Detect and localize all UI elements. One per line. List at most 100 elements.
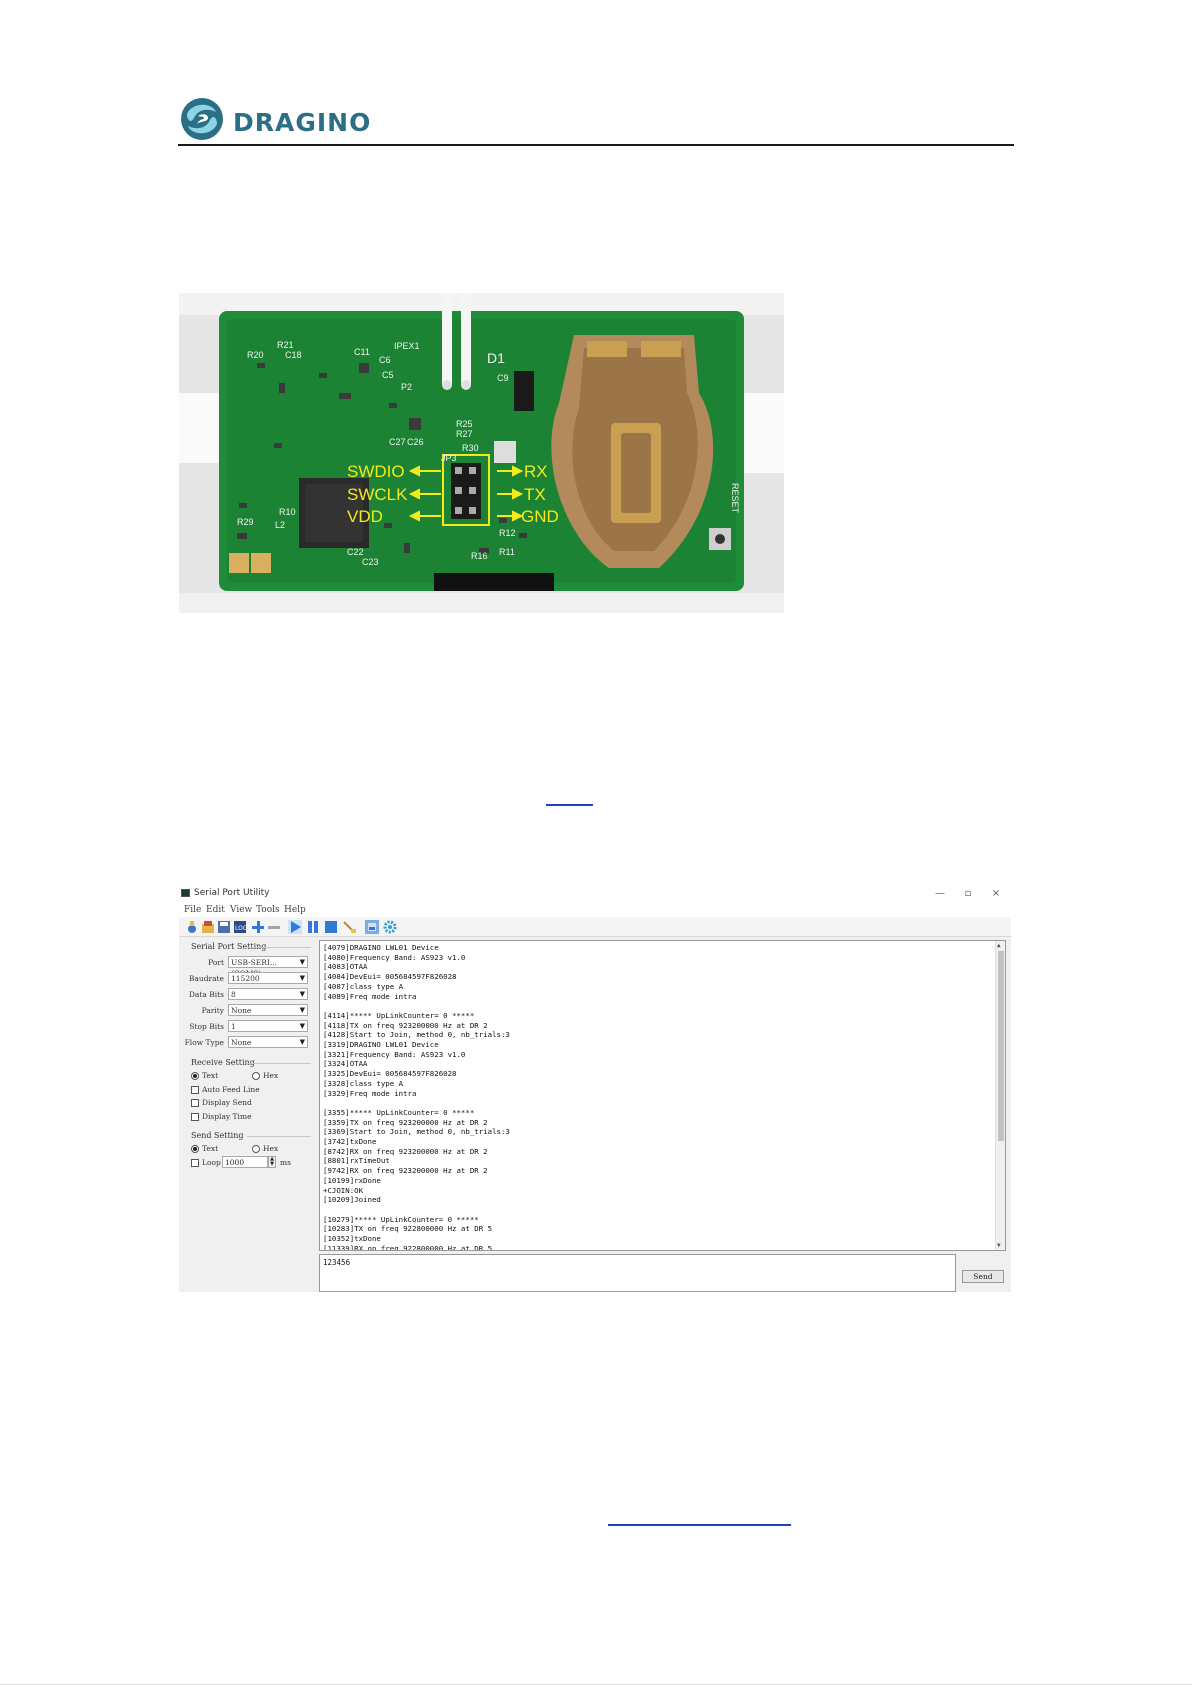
layout-icon[interactable] xyxy=(365,920,379,934)
svg-text:C22: C22 xyxy=(347,547,364,557)
data-bits-label: Data Bits xyxy=(188,990,224,999)
add-icon[interactable] xyxy=(251,920,265,934)
clear-icon[interactable] xyxy=(342,920,356,934)
dragino-logo-icon xyxy=(178,96,226,142)
play-icon[interactable] xyxy=(288,920,302,934)
log-line: [3742]txDone xyxy=(323,1137,377,1146)
toolbar: LOG xyxy=(179,917,1011,937)
scroll-down-arrow-icon[interactable]: ▼ xyxy=(997,1242,1001,1249)
dropdown-arrow-icon: ▼ xyxy=(299,1022,305,1030)
log-line: [10199]rxDone xyxy=(323,1175,381,1185)
minimize-button[interactable]: — xyxy=(928,886,952,902)
hyperlink[interactable] xyxy=(608,1524,791,1526)
log-line: [4089]Freq mode intra xyxy=(323,991,417,1001)
send-hex-label: Hex xyxy=(263,1144,279,1153)
remove-icon[interactable] xyxy=(267,920,281,934)
svg-text:JP3: JP3 xyxy=(441,453,457,463)
pin-label-swclk: SWCLK xyxy=(347,485,408,504)
log-line: [4114]***** UpLinkCounter= 0 ***** xyxy=(323,1010,475,1020)
loop-interval-input[interactable]: 1000 xyxy=(222,1156,268,1168)
vertical-scrollbar[interactable]: ▲ ▼ xyxy=(995,941,1005,1250)
stop-icon[interactable] xyxy=(324,920,338,934)
stop-bits-label: Stop Bits xyxy=(189,1022,224,1031)
send-input[interactable]: 123456 xyxy=(319,1254,956,1292)
log-line: [4118]TX on freq 923200000 Hz at DR 2 xyxy=(323,1020,488,1030)
dropdown-arrow-icon: ▼ xyxy=(299,990,305,998)
dropdown-arrow-icon: ▼ xyxy=(299,958,305,966)
pcb-photo: SWDIO SWCLK VDD RX TX GND R20 R21 C18 C1… xyxy=(179,293,784,613)
log-line: [3328]class type A xyxy=(323,1078,404,1088)
restore-button[interactable]: ▫ xyxy=(956,886,980,902)
auto-feed-line-checkbox[interactable] xyxy=(191,1086,199,1094)
receive-setting-title: Receive Setting xyxy=(191,1058,255,1067)
svg-text:R30: R30 xyxy=(462,443,479,453)
log-line: [8801]rxTimeOut xyxy=(323,1156,390,1166)
log-line: [3321]Frequency Band: AS923 v1.0 xyxy=(323,1049,466,1059)
app-icon xyxy=(181,889,190,897)
baudrate-select[interactable]: 115200 ▼ xyxy=(228,972,308,984)
parity-select[interactable]: None ▼ xyxy=(228,1004,308,1016)
svg-text:C9: C9 xyxy=(497,373,509,383)
log-line: [3329]Freq mode intra xyxy=(323,1088,417,1098)
settings-panel: Serial Port Setting Port USB-SERI... (CO… xyxy=(179,938,317,1292)
log-line: [4128]Start to Join, method 0, nb_trials… xyxy=(323,1030,510,1040)
svg-text:LOG: LOG xyxy=(235,925,247,932)
receive-output-area[interactable]: ▲ ▼ [4079]DRAGINO LWL01 Device [4080]Freq… xyxy=(319,940,1006,1251)
flow-type-value: None xyxy=(231,1038,252,1047)
save-icon[interactable] xyxy=(217,920,231,934)
menu-edit[interactable]: Edit xyxy=(206,905,225,915)
open-icon[interactable] xyxy=(201,920,215,934)
display-send-checkbox[interactable] xyxy=(191,1099,199,1107)
log-line: [3319]DRAGINO LWL01 Device xyxy=(323,1040,439,1049)
close-button[interactable]: × xyxy=(984,886,1008,902)
scroll-thumb[interactable] xyxy=(998,951,1004,1141)
dropdown-arrow-icon: ▼ xyxy=(299,974,305,982)
window-titlebar: Serial Port Utility — ▫ × xyxy=(179,884,1011,904)
display-time-checkbox[interactable] xyxy=(191,1113,199,1121)
parity-value: None xyxy=(231,1006,252,1015)
gear-icon[interactable] xyxy=(383,920,397,934)
send-hex-radio[interactable] xyxy=(252,1145,260,1153)
data-bits-select[interactable]: 8 ▼ xyxy=(228,988,308,1000)
log-line: [4079]DRAGINO LWL01 Device xyxy=(323,943,439,952)
flow-type-label: Flow Type xyxy=(184,1038,224,1047)
menu-tools[interactable]: Tools xyxy=(256,905,280,915)
log-icon[interactable]: LOG xyxy=(233,920,248,934)
send-text-radio[interactable] xyxy=(191,1145,199,1153)
auto-feed-line-label: Auto Feed Line xyxy=(202,1085,260,1094)
new-icon[interactable] xyxy=(185,920,199,934)
display-time-label: Display Time xyxy=(202,1112,252,1121)
hyperlink[interactable] xyxy=(546,804,593,806)
log-line: [3324]OTAA xyxy=(323,1059,368,1069)
pause-icon[interactable] xyxy=(306,920,320,934)
stop-bits-value: 1 xyxy=(231,1022,236,1031)
log-line: [3369]Start to Join, method 0, nb_trials… xyxy=(323,1127,510,1137)
receive-hex-radio[interactable] xyxy=(252,1072,260,1080)
receive-text-radio[interactable] xyxy=(191,1072,199,1080)
log-line: [10279]***** UpLinkCounter= 0 ***** xyxy=(323,1214,479,1224)
port-select[interactable]: USB-SERI... (COM8)▼ xyxy=(228,956,308,978)
menu-view[interactable]: View xyxy=(230,905,252,915)
divider xyxy=(247,1136,311,1137)
flow-type-select[interactable]: None ▼ xyxy=(228,1036,308,1048)
scroll-up-arrow-icon[interactable]: ▲ xyxy=(997,942,1001,949)
log-line: [4080]Frequency Band: AS923 v1.0 xyxy=(323,952,466,962)
loop-checkbox[interactable] xyxy=(191,1159,199,1167)
send-button[interactable]: Send xyxy=(962,1270,1004,1283)
baudrate-value: 115200 xyxy=(231,974,260,983)
loop-stepper[interactable]: ▲ ▼ xyxy=(268,1156,276,1168)
log-line: [8742]RX on freq 923200000 Hz at DR 2 xyxy=(323,1146,488,1156)
log-line: [4083]OTAA xyxy=(323,962,368,972)
menu-help[interactable]: Help xyxy=(284,905,306,915)
svg-text:C6: C6 xyxy=(379,355,391,365)
svg-text:L2: L2 xyxy=(275,520,285,530)
log-line: [10209]Joined xyxy=(323,1195,381,1205)
window-title: Serial Port Utility xyxy=(194,888,270,898)
svg-text:R16: R16 xyxy=(471,551,488,561)
svg-text:C27: C27 xyxy=(389,437,406,447)
svg-text:C5: C5 xyxy=(382,370,394,380)
menu-file[interactable]: File xyxy=(184,905,201,915)
svg-text:C18: C18 xyxy=(285,350,302,360)
stop-bits-select[interactable]: 1 ▼ xyxy=(228,1020,308,1032)
pin-label-gnd: GND xyxy=(521,507,559,526)
